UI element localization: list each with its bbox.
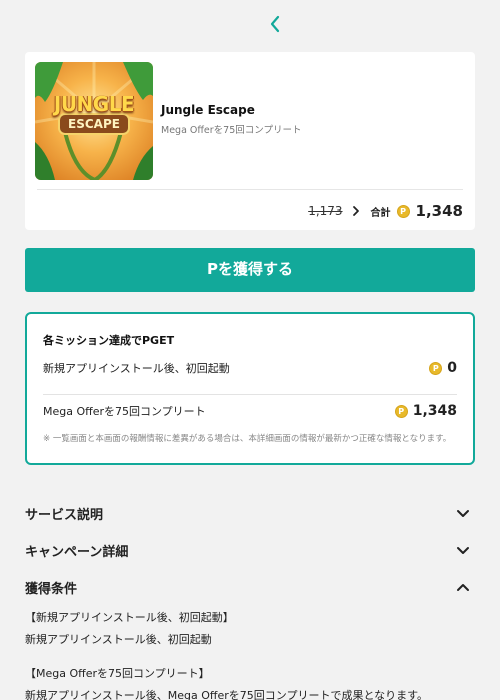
total-label: 合計 <box>370 207 391 219</box>
back-button[interactable] <box>263 10 287 38</box>
get-points-button[interactable]: Pを獲得する <box>25 248 475 292</box>
mission-title: 各ミッション達成でPGET <box>43 334 175 347</box>
mission-row: 新規アプリインストール後、初回起動 P 0 <box>43 360 457 376</box>
mission-points: 1,348 <box>412 403 457 419</box>
condition-heading: 【Mega Offerを75回コンプリート】 <box>25 667 210 680</box>
app-thumbnail: JUNGLE ESCAPE <box>35 62 153 180</box>
divider <box>37 189 463 190</box>
thumb-title-line2: ESCAPE <box>68 117 120 131</box>
chevron-down-icon <box>453 503 473 523</box>
condition-body: 新規アプリインストール後、Mega Offerを75回コンプリートで成果となりま… <box>25 689 429 700</box>
mission-points: 0 <box>447 360 457 376</box>
section-acquisition-conditions[interactable]: 獲得条件 <box>25 576 475 598</box>
coin-icon: P <box>396 204 410 218</box>
chevron-right-icon <box>349 204 363 218</box>
chevron-down-icon <box>453 540 473 560</box>
app-subtitle: Mega Offerを75回コンプリート <box>161 125 302 136</box>
divider <box>43 394 457 395</box>
coin-icon: P <box>429 361 443 375</box>
chevron-up-icon <box>453 577 473 597</box>
chevron-left-icon <box>270 15 280 33</box>
mission-row: Mega Offerを75回コンプリート P 1,348 <box>43 403 457 419</box>
coin-icon: P <box>394 404 408 418</box>
app-name: Jungle Escape <box>161 103 255 117</box>
mission-label: 新規アプリインストール後、初回起動 <box>43 362 230 375</box>
thumb-title-line1: JUNGLE <box>53 92 135 116</box>
section-title: サービス説明 <box>25 507 104 523</box>
mission-box: 各ミッション達成でPGET 新規アプリインストール後、初回起動 P 0 Mega… <box>25 312 475 465</box>
disclaimer-note: ※ 一覧画面と本画面の報酬情報に差異がある場合は、本詳細画面の情報が最新かつ正確… <box>43 434 452 444</box>
old-price: 1,173 <box>308 204 343 218</box>
section-title: キャンペーン詳細 <box>25 544 129 560</box>
price-row: 1,173 合計 P 1,348 <box>308 201 463 221</box>
app-card: JUNGLE ESCAPE Jungle Escape Mega Offerを7… <box>25 52 475 230</box>
condition-heading: 【新規アプリインストール後、初回起動】 <box>25 611 234 624</box>
section-title: 獲得条件 <box>25 581 78 597</box>
mission-label: Mega Offerを75回コンプリート <box>43 405 206 418</box>
section-service-description[interactable]: サービス説明 <box>25 502 475 524</box>
section-campaign-details[interactable]: キャンペーン詳細 <box>25 539 475 561</box>
total-value: 1,348 <box>415 202 463 220</box>
condition-body: 新規アプリインストール後、初回起動 <box>25 633 212 646</box>
